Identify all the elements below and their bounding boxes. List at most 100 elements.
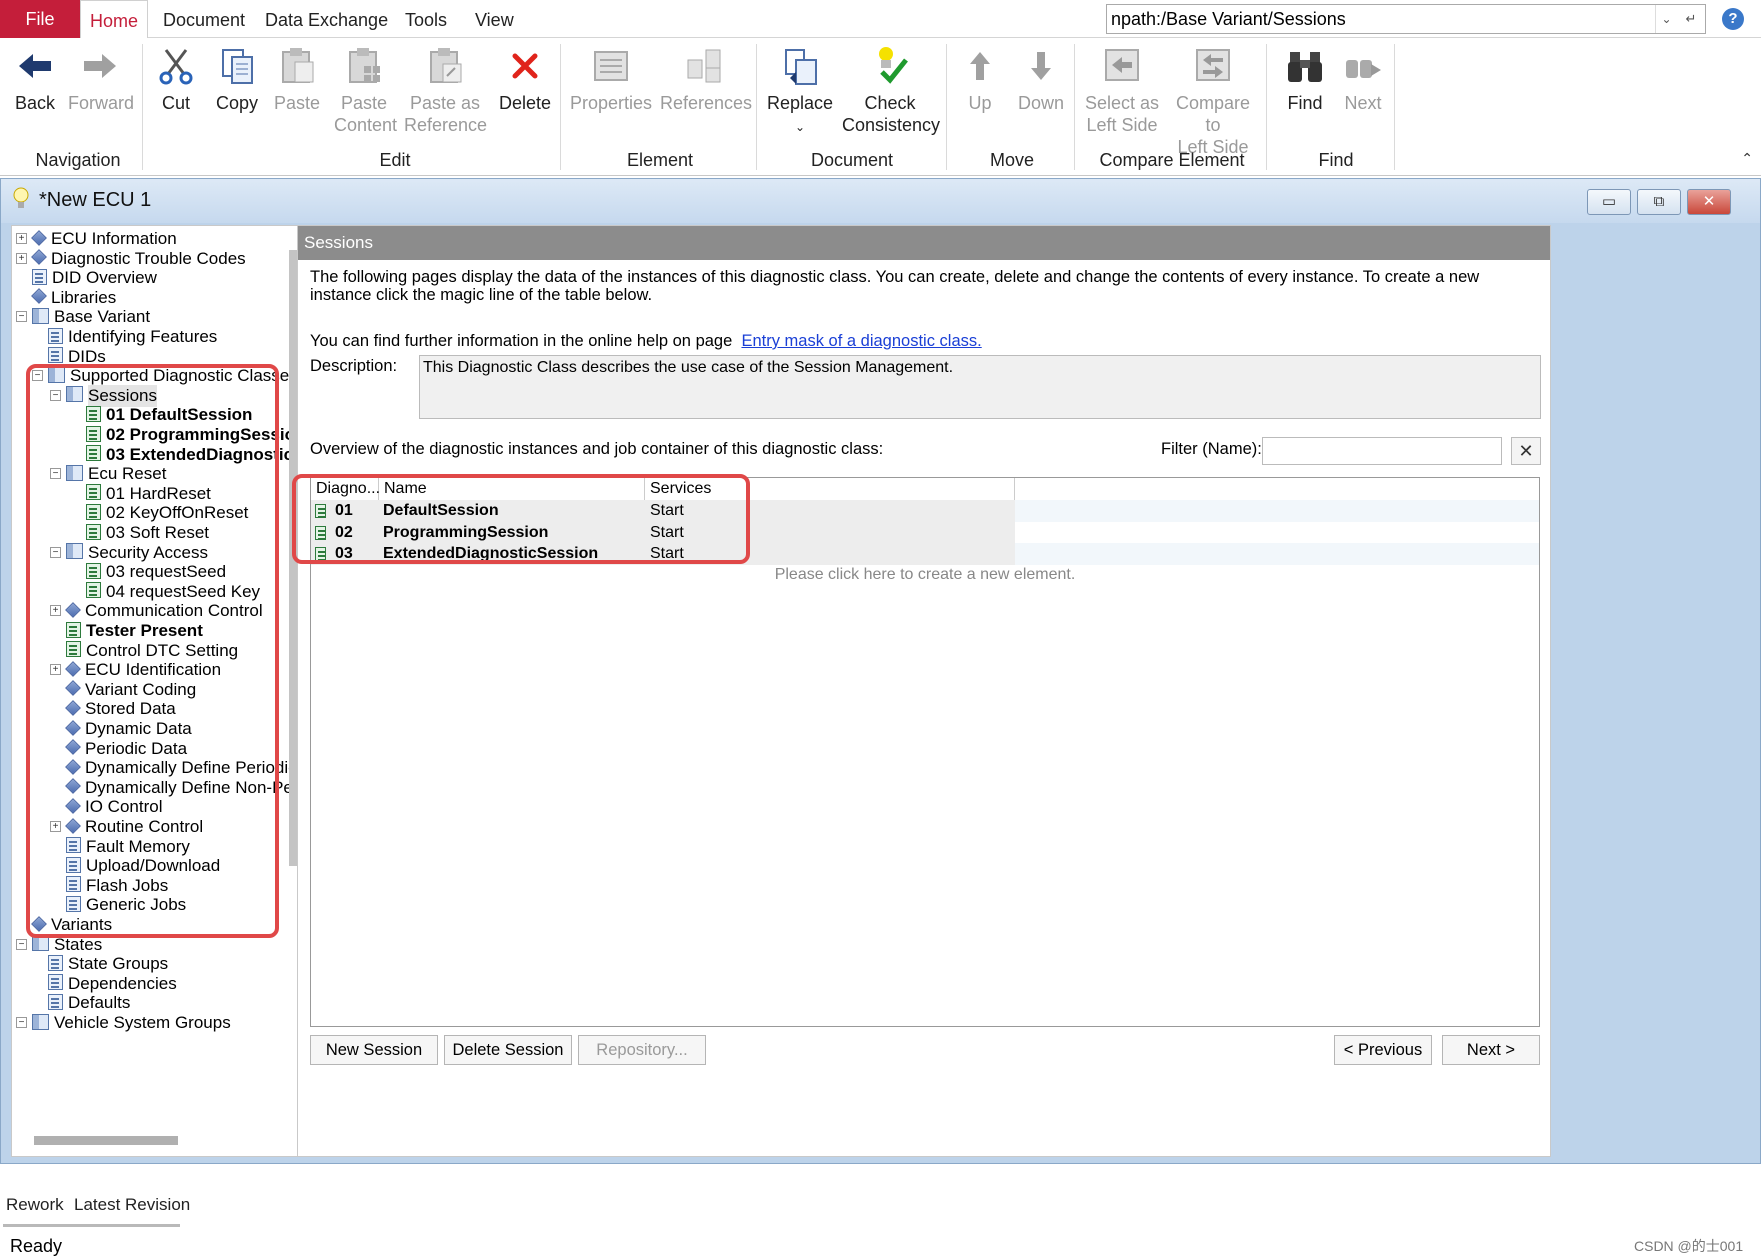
filter-name-input[interactable] (1262, 437, 1502, 465)
back-button[interactable]: Back (12, 46, 58, 114)
replace-button[interactable]: Replace ⌄ (766, 46, 834, 138)
find-next-label: Next (1344, 93, 1382, 113)
create-new-element-row[interactable]: Please click here to create a new elemen… (311, 566, 1539, 584)
delete-label: Delete (498, 93, 552, 113)
references-icon (687, 49, 721, 83)
collapse-icon[interactable]: − (16, 311, 27, 323)
tree-horizontal-scrollbar[interactable] (34, 1136, 178, 1145)
tab-view[interactable]: View (475, 0, 514, 38)
overview-label: Overview of the diagnostic instances and… (310, 440, 884, 458)
copy-label: Copy (215, 93, 259, 113)
repository-button[interactable]: Repository... (578, 1035, 706, 1065)
forward-button[interactable]: Forward (68, 46, 135, 114)
clear-filter-icon[interactable]: ✕ (1511, 437, 1541, 465)
document-icon (48, 993, 63, 1010)
paste-reference-icon (430, 48, 462, 83)
help-icon[interactable]: ? (1722, 8, 1744, 30)
group-separator (756, 44, 757, 170)
references-label: References (660, 93, 753, 113)
next-button[interactable]: Next > (1442, 1035, 1540, 1065)
back-arrow-icon (19, 54, 51, 78)
forward-arrow-icon (84, 54, 116, 78)
tab-document[interactable]: Document (163, 0, 245, 38)
replace-dropdown-icon[interactable]: ⌄ (795, 120, 805, 134)
description-label: Description: (310, 357, 398, 375)
document-title: *New ECU 1 (39, 189, 152, 211)
expand-icon[interactable]: + (16, 233, 27, 244)
element-group-label: Element (626, 150, 694, 170)
up-button[interactable]: Up (960, 46, 1000, 114)
tab-home[interactable]: Home (80, 0, 148, 40)
collapse-icon[interactable]: − (16, 1017, 27, 1028)
file-menu[interactable]: File (0, 0, 80, 38)
document-icon (48, 327, 63, 344)
book-icon (32, 1013, 49, 1030)
description-field[interactable]: This Diagnostic Class describes the use … (419, 355, 1541, 419)
previous-button[interactable]: < Previous (1334, 1035, 1432, 1065)
scissors-icon (159, 49, 193, 85)
check-consistency-button[interactable]: Check Consistency (842, 46, 941, 136)
tab-tools[interactable]: Tools (405, 0, 447, 38)
forward-label: Forward (68, 93, 135, 113)
expand-icon[interactable]: + (16, 252, 27, 264)
find-next-button[interactable]: Next (1340, 46, 1386, 114)
properties-button[interactable]: Properties (568, 46, 654, 114)
find-label: Find (1287, 93, 1323, 113)
paste-content-button[interactable]: Paste Content (334, 46, 398, 136)
document-group-label: Document (810, 150, 894, 170)
paste-content-icon (349, 48, 380, 83)
copy-button[interactable]: Copy (214, 46, 260, 114)
panel-header: Sessions (298, 226, 1550, 260)
close-button[interactable]: ✕ (1687, 189, 1731, 215)
find-next-icon (1346, 60, 1381, 78)
help-line: You can find further information in the … (310, 332, 1540, 350)
paste-button[interactable]: Paste (274, 46, 320, 114)
lightbulb-icon (13, 187, 29, 208)
new-session-button[interactable]: New Session (310, 1035, 438, 1065)
tab-latest-revision[interactable]: Latest Revision (74, 1192, 190, 1218)
paste-content-label-line1: Paste (340, 93, 388, 113)
check-consistency-label-line2: Consistency (842, 115, 941, 135)
intro-text: The following pages display the data of … (310, 268, 1480, 304)
compare-to-left-side-button[interactable]: Compare to Left Side (1166, 46, 1260, 158)
highlight-box (292, 474, 750, 564)
document-titlebar: *New ECU 1 ▭ ⧉ ✕ (1, 179, 1760, 223)
tree-item[interactable]: − Vehicle System Groups (16, 1012, 231, 1034)
cut-button[interactable]: Cut (156, 46, 196, 114)
group-separator (1074, 44, 1075, 170)
delete-session-button[interactable]: Delete Session (444, 1035, 572, 1065)
select-as-left-side-button[interactable]: Select as Left Side (1084, 46, 1160, 136)
navigation-group-label: Navigation (35, 150, 121, 170)
tab-rework[interactable]: Rework (6, 1192, 64, 1218)
paste-label: Paste (274, 93, 321, 113)
down-label: Down (1017, 93, 1065, 113)
tab-data-exchange[interactable]: Data Exchange (265, 0, 388, 38)
down-button[interactable]: Down (1016, 46, 1066, 114)
document-icon (48, 347, 63, 364)
move-group-label: Move (989, 150, 1034, 170)
find-button[interactable]: Find (1280, 46, 1330, 114)
compare-group-label: Compare Element (1099, 150, 1245, 170)
filter-label: Filter (Name): (1161, 440, 1262, 458)
paste-as-reference-label-line1: Paste as (409, 93, 481, 113)
delete-x-icon (512, 53, 538, 79)
collapse-ribbon-icon[interactable]: ⌃ (1741, 150, 1753, 167)
help-link[interactable]: Entry mask of a diagnostic class. (741, 332, 981, 350)
delete-button[interactable]: Delete (496, 46, 554, 114)
watermark: CSDN @的士001 (1634, 1238, 1744, 1254)
copy-icon (222, 49, 253, 84)
path-input[interactable]: npath:/Base Variant/Sessions ⌄ ↵ (1106, 4, 1706, 34)
minimize-button[interactable]: ▭ (1587, 189, 1631, 215)
find-group-label: Find (1318, 150, 1354, 170)
down-arrow-icon (1031, 52, 1051, 80)
chevron-down-icon[interactable]: ⌄ (1655, 5, 1677, 33)
paste-as-reference-button[interactable]: Paste as Reference (404, 46, 487, 136)
document-icon (48, 954, 63, 971)
collapse-icon[interactable]: − (16, 938, 27, 950)
maximize-button[interactable]: ⧉ (1637, 189, 1681, 215)
group-separator (142, 44, 143, 170)
paste-content-label-line2: Content (334, 115, 398, 135)
group-separator (560, 44, 561, 170)
references-button[interactable]: References (660, 46, 752, 114)
navigate-icon[interactable]: ↵ (1677, 5, 1705, 33)
